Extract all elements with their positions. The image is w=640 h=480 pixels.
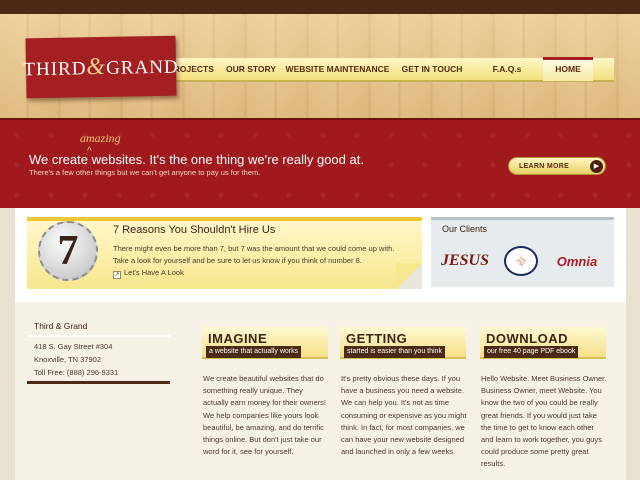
page-curl xyxy=(396,263,422,289)
reasons-title: 7 Reasons You Shouldn't Hire Us xyxy=(113,224,276,236)
client-logo-jesus[interactable]: JESUS xyxy=(440,246,490,276)
client-logo-red-sox[interactable]: ⚾ xyxy=(504,246,538,276)
imagine-heading: IMAGINE xyxy=(208,331,268,346)
address-street: 418 S. Gay Street #304 xyxy=(34,342,113,351)
imagine-body: We create beautiful websites that do som… xyxy=(203,374,326,457)
getting-subheading: started is easier than you think xyxy=(344,346,445,358)
address-divider xyxy=(27,335,170,337)
learn-more-label: LEARN MORE xyxy=(519,162,570,170)
client-logo-omnia[interactable]: Omnia xyxy=(552,246,602,276)
hero-subtagline: There's a few other things but we can't … xyxy=(29,168,261,177)
reasons-link[interactable]: ↗ Let's Have A Look xyxy=(113,268,184,279)
logo-third: THIRD xyxy=(23,57,87,80)
nav-item-get-in-touch[interactable]: GET IN TOUCH xyxy=(393,57,471,81)
nav-item-website-maintenance[interactable]: WEBSITE MAINTENANCE xyxy=(282,57,393,81)
hero-tagline: We create websites. It's the one thing w… xyxy=(29,152,364,167)
download-heading: DOWNLOAD xyxy=(486,331,568,346)
top-bar xyxy=(0,0,640,14)
getting-body: It's pretty obvious these days. If you h… xyxy=(341,374,467,457)
address-phone: Toll Free: (888) 296-9331 xyxy=(34,368,119,377)
nav-item-faqs[interactable]: F.A.Q.s xyxy=(471,57,543,81)
nav-item-home[interactable]: HOME xyxy=(543,57,593,81)
learn-more-button[interactable]: LEARN MORE ▶ xyxy=(508,157,606,175)
download-body: Hello Website. Meet Business Owner. Busi… xyxy=(481,374,607,469)
clients-title: Our Clients xyxy=(442,224,488,234)
nav-item-our-story[interactable]: OUR STORY xyxy=(220,57,282,81)
address-city: Knoxville, TN 37902 xyxy=(34,355,101,364)
imagine-subheading: a website that actually works xyxy=(206,346,302,358)
hero-insert-word: amazing xyxy=(80,131,121,145)
logo-ampersand: & xyxy=(86,53,107,80)
play-arrow-icon: ▶ xyxy=(590,160,603,173)
logo-grand: GRAND xyxy=(105,56,179,79)
getting-heading: GETTING xyxy=(346,331,408,346)
logo[interactable]: THIRD&GRAND xyxy=(23,35,179,99)
download-subheading: our free 40 page PDF ebook xyxy=(484,346,579,358)
badge-number: 7 xyxy=(57,228,79,274)
link-arrow-icon: ↗ xyxy=(113,271,121,279)
main-nav: PROJECTS OUR STORY WEBSITE MAINTENANCE G… xyxy=(162,57,614,82)
reasons-link-label: Let's Have A Look xyxy=(124,268,184,277)
number-seven-badge: 7 xyxy=(38,221,98,281)
address-title: Third & Grand xyxy=(34,321,88,331)
reasons-body: There might even be more than 7, but 7 w… xyxy=(113,244,395,265)
red-sox-icon: ⚾ xyxy=(516,256,526,266)
